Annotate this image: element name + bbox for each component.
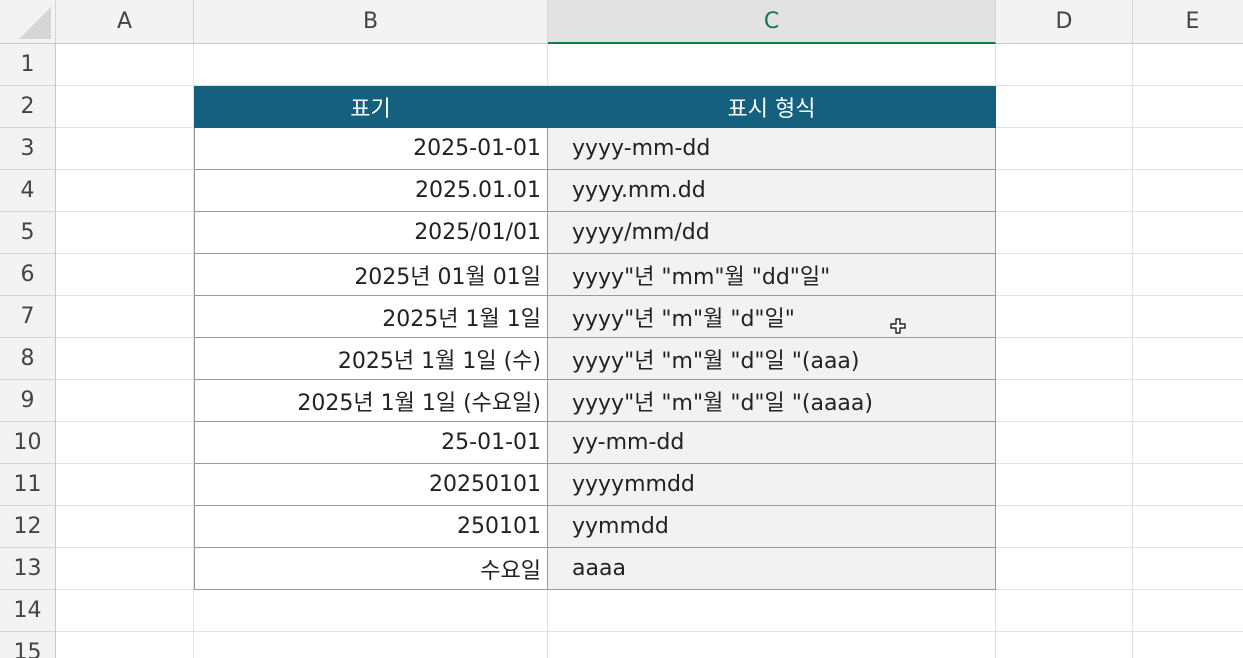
cell-c14[interactable]: [548, 590, 996, 632]
cell-d2[interactable]: [996, 86, 1133, 128]
cell-e5[interactable]: [1133, 212, 1243, 254]
cell-b8[interactable]: 2025년 1월 1일 (수): [194, 338, 548, 380]
cell-e2[interactable]: [1133, 86, 1243, 128]
cell-e3[interactable]: [1133, 128, 1243, 170]
select-all-triangle-icon: [19, 7, 51, 39]
cell-b3[interactable]: 2025-01-01: [194, 128, 548, 170]
cell-c15[interactable]: [548, 632, 996, 658]
cell-a10[interactable]: [56, 422, 194, 464]
cell-d10[interactable]: [996, 422, 1133, 464]
cell-e13[interactable]: [1133, 548, 1243, 590]
cell-b11[interactable]: 20250101: [194, 464, 548, 506]
row-header-1[interactable]: 1: [0, 44, 56, 86]
row-header-9[interactable]: 9: [0, 380, 56, 422]
cell-a15[interactable]: [56, 632, 194, 658]
cell-c6[interactable]: yyyy"년 "mm"월 "dd"일": [548, 254, 996, 296]
cell-c7[interactable]: yyyy"년 "m"월 "d"일": [548, 296, 996, 338]
cell-b1[interactable]: [194, 44, 548, 86]
cell-a2[interactable]: [56, 86, 194, 128]
cell-b10[interactable]: 25-01-01: [194, 422, 548, 464]
cell-select-cursor-icon: [890, 318, 906, 334]
cell-e6[interactable]: [1133, 254, 1243, 296]
column-header-b[interactable]: B: [194, 0, 548, 44]
cell-d7[interactable]: [996, 296, 1133, 338]
cell-a1[interactable]: [56, 44, 194, 86]
column-header-a[interactable]: A: [56, 0, 194, 44]
cell-a13[interactable]: [56, 548, 194, 590]
spreadsheet-grid[interactable]: A B C D E 1 2 표기 표시 형식 3 2025-01-01 yyyy-mm-dd 4 2025…: [0, 0, 1243, 658]
cell-e8[interactable]: [1133, 338, 1243, 380]
cell-a6[interactable]: [56, 254, 194, 296]
cell-e15[interactable]: [1133, 632, 1243, 658]
cell-b2[interactable]: 표기: [194, 86, 548, 128]
row-header-4[interactable]: 4: [0, 170, 56, 212]
cell-d6[interactable]: [996, 254, 1133, 296]
row-header-8[interactable]: 8: [0, 338, 56, 380]
cell-c2[interactable]: 표시 형식: [548, 86, 996, 128]
cell-a5[interactable]: [56, 212, 194, 254]
cell-c3[interactable]: yyyy-mm-dd: [548, 128, 996, 170]
row-header-6[interactable]: 6: [0, 254, 56, 296]
column-header-c[interactable]: C: [548, 0, 996, 44]
cell-b7[interactable]: 2025년 1월 1일: [194, 296, 548, 338]
row-header-15[interactable]: 15: [0, 632, 56, 658]
cell-c4[interactable]: yyyy.mm.dd: [548, 170, 996, 212]
cell-c8[interactable]: yyyy"년 "m"월 "d"일 "(aaa): [548, 338, 996, 380]
cell-d14[interactable]: [996, 590, 1133, 632]
cell-d9[interactable]: [996, 380, 1133, 422]
row-header-12[interactable]: 12: [0, 506, 56, 548]
cell-e4[interactable]: [1133, 170, 1243, 212]
row-header-13[interactable]: 13: [0, 548, 56, 590]
cell-d11[interactable]: [996, 464, 1133, 506]
cell-b4[interactable]: 2025.01.01: [194, 170, 548, 212]
cell-a9[interactable]: [56, 380, 194, 422]
cell-b12[interactable]: 250101: [194, 506, 548, 548]
cell-b6[interactable]: 2025년 01월 01일: [194, 254, 548, 296]
cell-e10[interactable]: [1133, 422, 1243, 464]
row-header-10[interactable]: 10: [0, 422, 56, 464]
cell-a4[interactable]: [56, 170, 194, 212]
cell-d3[interactable]: [996, 128, 1133, 170]
cell-c13[interactable]: aaaa: [548, 548, 996, 590]
cell-d5[interactable]: [996, 212, 1133, 254]
cell-d8[interactable]: [996, 338, 1133, 380]
column-header-d[interactable]: D: [996, 0, 1133, 44]
cell-a11[interactable]: [56, 464, 194, 506]
cell-e7[interactable]: [1133, 296, 1243, 338]
cell-d12[interactable]: [996, 506, 1133, 548]
cell-a3[interactable]: [56, 128, 194, 170]
cell-b15[interactable]: [194, 632, 548, 658]
cell-d4[interactable]: [996, 170, 1133, 212]
row-header-11[interactable]: 11: [0, 464, 56, 506]
row-header-5[interactable]: 5: [0, 212, 56, 254]
cell-c10[interactable]: yy-mm-dd: [548, 422, 996, 464]
row-header-3[interactable]: 3: [0, 128, 56, 170]
cell-e11[interactable]: [1133, 464, 1243, 506]
cell-e9[interactable]: [1133, 380, 1243, 422]
cell-d13[interactable]: [996, 548, 1133, 590]
cell-a12[interactable]: [56, 506, 194, 548]
cell-d1[interactable]: [996, 44, 1133, 86]
cell-a8[interactable]: [56, 338, 194, 380]
cell-b5[interactable]: 2025/01/01: [194, 212, 548, 254]
cell-c9[interactable]: yyyy"년 "m"월 "d"일 "(aaaa): [548, 380, 996, 422]
cell-b13[interactable]: 수요일: [194, 548, 548, 590]
cell-e12[interactable]: [1133, 506, 1243, 548]
cell-e1[interactable]: [1133, 44, 1243, 86]
cell-c1[interactable]: [548, 44, 996, 86]
cell-a14[interactable]: [56, 590, 194, 632]
select-all-corner[interactable]: [0, 0, 56, 44]
cell-e14[interactable]: [1133, 590, 1243, 632]
row-header-14[interactable]: 14: [0, 590, 56, 632]
row-header-2[interactable]: 2: [0, 86, 56, 128]
cell-c11[interactable]: yyyymmdd: [548, 464, 996, 506]
cell-a7[interactable]: [56, 296, 194, 338]
cell-d15[interactable]: [996, 632, 1133, 658]
cell-c12[interactable]: yymmdd: [548, 506, 996, 548]
row-header-7[interactable]: 7: [0, 296, 56, 338]
cell-b14[interactable]: [194, 590, 548, 632]
column-header-e[interactable]: E: [1133, 0, 1243, 44]
cell-c5[interactable]: yyyy/mm/dd: [548, 212, 996, 254]
cell-b9[interactable]: 2025년 1월 1일 (수요일): [194, 380, 548, 422]
